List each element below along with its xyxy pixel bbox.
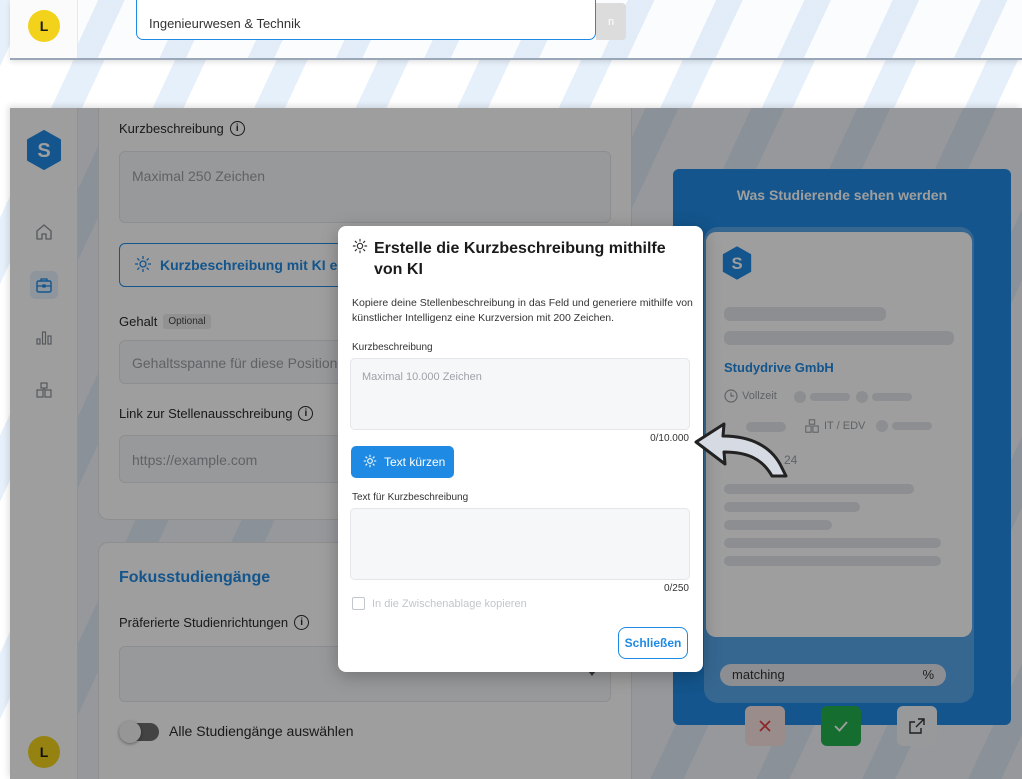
- ai-brain-icon: [352, 238, 368, 280]
- study-field-input[interactable]: Ingenieurwesen & Technik: [136, 0, 596, 40]
- shorten-text-button[interactable]: Text kürzen: [351, 446, 454, 478]
- copy-to-clipboard[interactable]: In die Zwischenablage kopieren: [352, 597, 527, 610]
- input-counter: 0/10.000: [650, 433, 689, 444]
- copy-checkbox[interactable]: [352, 597, 365, 610]
- avatar[interactable]: L: [28, 10, 60, 42]
- job-description-input[interactable]: Maximal 10.000 Zeichen: [350, 358, 690, 430]
- modal-description: Kopiere deine Stellenbeschreibung in das…: [352, 297, 693, 324]
- short-description-output[interactable]: [350, 508, 690, 580]
- ai-summary-modal: Erstelle die Kurzbeschreibung mithilfe v…: [338, 226, 703, 672]
- output-label: Text für Kurzbeschreibung: [352, 492, 469, 503]
- tutorial-arrow-icon: [694, 422, 788, 478]
- search-button[interactable]: n: [596, 3, 626, 40]
- copy-label: In die Zwischenablage kopieren: [372, 597, 527, 610]
- ai-brain-icon: [363, 454, 377, 471]
- top-panel: L Ingenieurwesen & Technik n: [10, 0, 1022, 60]
- input-label: Kurzbeschreibung: [352, 342, 433, 353]
- shorten-text-label: Text kürzen: [384, 455, 446, 469]
- close-button[interactable]: Schließen: [618, 627, 688, 659]
- output-counter: 0/250: [663, 583, 689, 594]
- modal-title: Erstelle die Kurzbeschreibung mithilfe v…: [374, 240, 666, 278]
